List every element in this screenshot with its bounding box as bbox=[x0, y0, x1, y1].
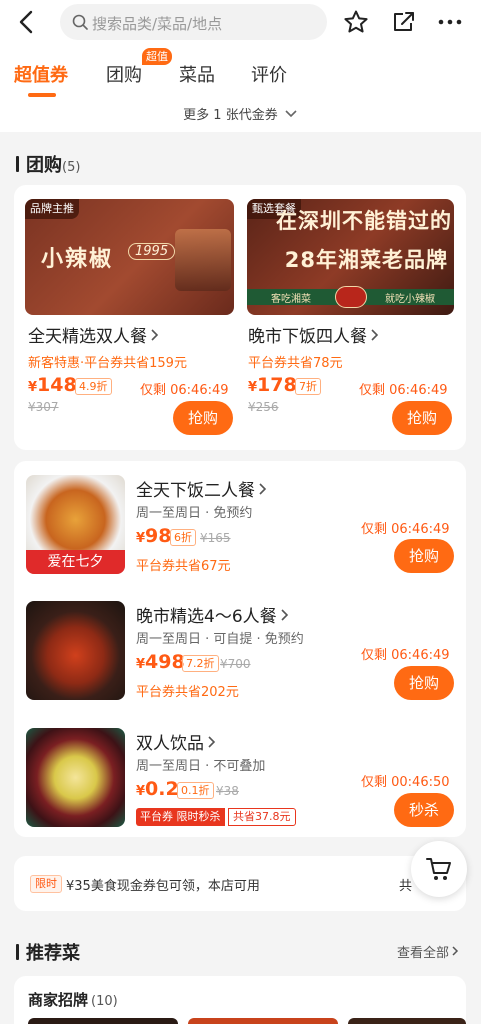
recommend-section-title: 推荐菜 bbox=[16, 939, 80, 965]
top-bar: 搜索品类/菜品/地点 bbox=[0, 0, 481, 44]
deal-price: ¥178 bbox=[248, 374, 297, 396]
share-icon[interactable] bbox=[391, 9, 417, 35]
buy-button[interactable]: 抢购 bbox=[173, 401, 233, 435]
dish-thumbnail[interactable] bbox=[188, 1018, 338, 1024]
thumb-caption: 爱在七夕 bbox=[26, 550, 125, 574]
original-price: ¥256 bbox=[248, 400, 279, 414]
coupon-more-text: 共 bbox=[399, 879, 413, 894]
more-coupons-label: 更多 1 张代金券 bbox=[183, 108, 278, 123]
item-price: ¥98 bbox=[136, 525, 172, 547]
item-thumbnail[interactable]: 爱在七夕 bbox=[26, 475, 125, 574]
chevron-right-icon bbox=[452, 946, 459, 956]
image-slogan-right: 就吃小辣椒 bbox=[385, 294, 435, 305]
tab-reviews[interactable]: 评价 bbox=[251, 61, 287, 87]
dish-thumbnail[interactable] bbox=[28, 1018, 178, 1024]
flash-sale-button[interactable]: 秒杀 bbox=[394, 793, 454, 827]
dish-thumbnail[interactable] bbox=[348, 1018, 466, 1024]
discount-badge: 0.1折 bbox=[177, 782, 214, 799]
discount-badge: 4.9折 bbox=[75, 378, 112, 395]
deal-image[interactable]: 甄选套餐 在深圳不能错过的 28年湘菜老品牌 客吃湘菜 就吃小辣椒 bbox=[247, 199, 454, 315]
image-slogan-left: 客吃湘菜 bbox=[271, 294, 311, 305]
tab-coupons[interactable]: 超值券 bbox=[14, 61, 68, 87]
see-all-link[interactable]: 查看全部 bbox=[397, 942, 460, 961]
deal-tag: 品牌主推 bbox=[25, 199, 79, 219]
signature-dishes-card: 商家招牌 (10) bbox=[14, 976, 466, 1024]
tab-group-buy[interactable]: 团购 bbox=[106, 61, 142, 87]
chevron-down-icon bbox=[285, 110, 297, 118]
flash-sale-tag: 平台券 限时秒杀 bbox=[136, 808, 225, 826]
image-headline-2: 28年湘菜老品牌 bbox=[284, 248, 448, 272]
original-price: ¥700 bbox=[220, 657, 251, 671]
tab-bar: 超值券 团购 菜品 评价 超值 bbox=[0, 44, 481, 102]
tab-dishes[interactable]: 菜品 bbox=[179, 61, 215, 87]
coupon-text: ¥35美食现金券包可领，本店可用 bbox=[66, 879, 260, 894]
item-name[interactable]: 晚市精选4～6人餐 bbox=[136, 602, 290, 627]
item-price: ¥0.2 bbox=[136, 778, 179, 800]
chevron-right-icon bbox=[208, 736, 216, 748]
chevron-right-icon bbox=[151, 329, 159, 341]
original-price: ¥38 bbox=[216, 784, 239, 798]
item-desc: 周一至周日 · 免预约 bbox=[136, 506, 253, 521]
countdown: 仅剩 00:46:50 bbox=[361, 775, 450, 790]
original-price: ¥165 bbox=[200, 531, 231, 545]
signature-title: 商家招牌 (10) bbox=[28, 991, 118, 1009]
limited-tag: 限时 bbox=[30, 875, 62, 893]
discount-badge: 7.2折 bbox=[182, 655, 219, 672]
more-dots-icon[interactable] bbox=[437, 9, 463, 35]
item-desc: 周一至周日 · 不可叠加 bbox=[136, 759, 266, 774]
back-arrow-icon[interactable] bbox=[16, 9, 40, 35]
deal-image[interactable]: 品牌主推 小辣椒 1995 bbox=[25, 199, 234, 315]
buy-button[interactable]: 抢购 bbox=[394, 666, 454, 700]
cart-icon bbox=[426, 858, 451, 880]
buy-button[interactable]: 抢购 bbox=[394, 539, 454, 573]
countdown: 仅剩 06:46:49 bbox=[361, 522, 450, 537]
tab-badge: 超值 bbox=[142, 48, 172, 65]
deal-name[interactable]: 全天精选双人餐 bbox=[28, 322, 160, 347]
discount-badge: 7折 bbox=[295, 378, 321, 395]
item-thumbnail[interactable] bbox=[26, 728, 125, 827]
item-price: ¥498 bbox=[136, 651, 185, 673]
image-brand-text: 小辣椒 bbox=[41, 247, 114, 272]
search-input[interactable]: 搜索品类/菜品/地点 bbox=[60, 4, 327, 40]
chevron-right-icon bbox=[259, 483, 267, 495]
cart-button[interactable] bbox=[411, 841, 467, 897]
discount-badge: 6折 bbox=[170, 529, 196, 546]
item-name[interactable]: 双人饮品 bbox=[136, 729, 217, 754]
item-savings: 平台券共省67元 bbox=[136, 559, 231, 574]
chevron-right-icon bbox=[281, 609, 288, 621]
chevron-right-icon bbox=[371, 329, 379, 341]
countdown: 仅剩 06:46:49 bbox=[359, 383, 448, 398]
item-name[interactable]: 全天下饭二人餐 bbox=[136, 476, 268, 501]
coupon-bar[interactable]: 限时 ¥35美食现金券包可领，本店可用 共 bbox=[14, 856, 466, 911]
more-coupons-link[interactable]: 更多 1 张代金券 bbox=[0, 102, 481, 132]
countdown: 仅剩 06:46:49 bbox=[140, 383, 229, 398]
image-headline: 在深圳不能错过的 bbox=[276, 209, 452, 233]
item-savings: 平台券共省202元 bbox=[136, 685, 239, 700]
buy-button[interactable]: 抢购 bbox=[392, 401, 452, 435]
search-icon bbox=[72, 14, 88, 34]
active-tab-indicator bbox=[28, 93, 56, 97]
deal-promo: 新客特惠·平台券共省159元 bbox=[28, 356, 187, 371]
deal-promo: 平台券共省78元 bbox=[248, 356, 343, 371]
group-section-title: 团购(5) bbox=[16, 151, 80, 177]
item-thumbnail[interactable] bbox=[26, 601, 125, 700]
deal-name[interactable]: 晚市下饭四人餐 bbox=[248, 322, 380, 347]
search-placeholder: 搜索品类/菜品/地点 bbox=[92, 15, 223, 33]
item-desc: 周一至周日 · 可自提 · 免预约 bbox=[136, 632, 304, 647]
original-price: ¥307 bbox=[28, 400, 59, 414]
star-icon[interactable] bbox=[343, 9, 369, 35]
countdown: 仅剩 06:46:49 bbox=[361, 648, 450, 663]
savings-tag: 共省37.8元 bbox=[228, 808, 296, 826]
featured-deals-card: 品牌主推 小辣椒 1995 全天精选双人餐 新客特惠·平台券共省159元 ¥14… bbox=[14, 185, 466, 450]
deal-price: ¥148 bbox=[28, 374, 77, 396]
image-logo: 1995 bbox=[128, 243, 176, 260]
